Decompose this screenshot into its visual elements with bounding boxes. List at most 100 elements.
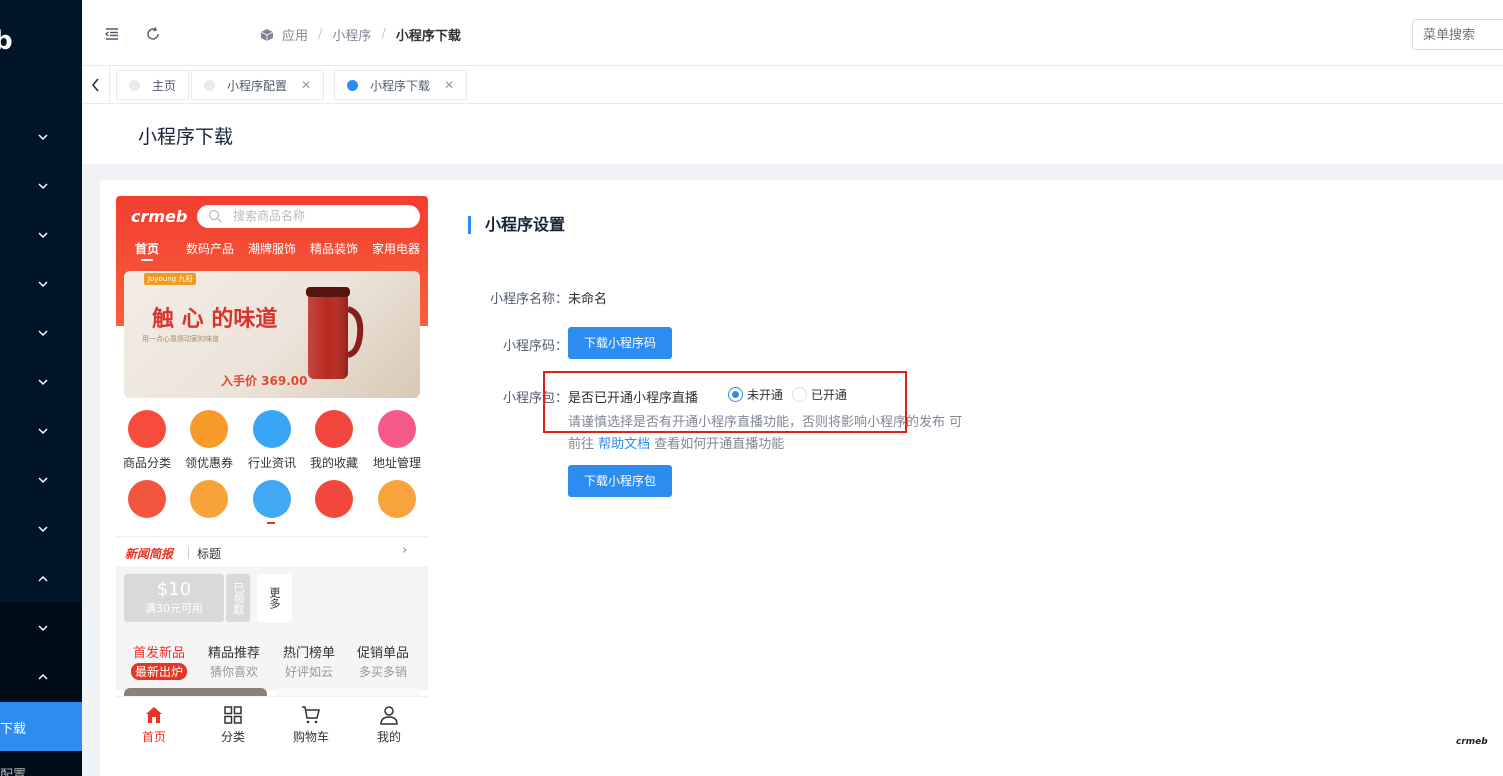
category-sub: 多买多销 — [358, 665, 407, 679]
highlight-box — [543, 371, 907, 433]
preview-tabbar: 首页 分类 购物车 我的 — [116, 696, 428, 756]
banner-sub: 用一点心意感动家的味道 — [142, 335, 219, 343]
content-card: crmeb 搜索商品名称 首页 数码产品 潮牌服饰 精品装饰 家用电器 Joyo… — [100, 180, 1503, 776]
sidebar-item-label: 下载 — [0, 722, 27, 737]
news-brand: 新闻简报 — [125, 547, 174, 561]
tab-home[interactable]: 主页 — [116, 70, 190, 100]
chevron-down-icon — [38, 330, 48, 337]
sidebar-menu-9[interactable] — [0, 505, 82, 554]
close-icon[interactable]: ✕ — [444, 78, 454, 92]
preview-icon-label: 商品分类 — [122, 456, 171, 470]
top-header: 应用 / 小程序 / 小程序下载 — [82, 0, 1503, 66]
close-icon[interactable]: ✕ — [301, 78, 311, 92]
section-title: 小程序设置 — [468, 216, 565, 234]
chevron-down-icon — [38, 526, 48, 533]
code-label: 小程序码： — [502, 339, 568, 354]
tabbar-item-cart: 购物车 — [281, 705, 341, 745]
coupon-status: 已领取 — [226, 574, 250, 622]
category-title: 首发新品 — [132, 646, 185, 661]
category-item: 热门榜单 好评如云 — [272, 642, 346, 680]
chevron-down-icon — [38, 477, 48, 484]
tabbar-label: 我的 — [376, 730, 401, 744]
preview-icon-item — [366, 480, 428, 518]
category-sub: 好评如云 — [284, 665, 333, 679]
search-icon — [208, 209, 222, 223]
banner-headline: 触 心 的味道 — [152, 307, 278, 332]
tabbar-label: 分类 — [220, 730, 245, 744]
sidebar-menu-1[interactable] — [0, 113, 82, 162]
preview-icon-item: 地址管理 — [366, 410, 428, 471]
logo: b — [0, 26, 13, 56]
sidebar-menu-10[interactable] — [0, 555, 82, 604]
page-title: 小程序下载 — [138, 126, 234, 148]
download-code-button[interactable]: 下载小程序码 — [568, 327, 673, 359]
preview-coupons: $10 满30元可用 已领取 更多 — [116, 566, 428, 628]
sidebar-menu-2[interactable] — [0, 162, 82, 211]
breadcrumb-separator: / — [381, 27, 386, 42]
help-doc-link[interactable]: 帮助文档 — [598, 437, 650, 452]
preview-nav-underline — [141, 259, 153, 261]
menu-search-input[interactable] — [1412, 19, 1503, 50]
preview-icon-label: 我的收藏 — [309, 456, 358, 470]
news-title: 标题 — [197, 547, 222, 561]
breadcrumb-item[interactable]: 小程序 — [332, 25, 371, 44]
gift-icon — [128, 480, 166, 518]
preview-icon-label: 地址管理 — [372, 456, 421, 470]
coupon-value: $10 — [156, 579, 192, 600]
grid-page-indicator — [267, 522, 275, 524]
watermark-logo: crmeb — [1456, 737, 1488, 747]
breadcrumb-current: 小程序下载 — [395, 29, 461, 44]
preview-category-row: 首发新品 最新出炉 精品推荐 猜你喜欢 热门榜单 好评如云 促销单品 多买多销 — [116, 628, 428, 690]
refresh-icon[interactable] — [145, 26, 161, 42]
address-icon — [378, 410, 416, 448]
coupon-card: $10 满30元可用 — [124, 574, 224, 622]
breadcrumb: 应用 / 小程序 / 小程序下载 — [260, 25, 461, 44]
category-icon — [128, 410, 166, 448]
category-item: 促销单品 多买多销 — [346, 642, 420, 680]
tabbar-item-home: 首页 — [124, 705, 184, 745]
sidebar-menu-3[interactable] — [0, 211, 82, 260]
sidebar-item-download[interactable]: 下载 — [0, 702, 82, 751]
sidebar-menu-11[interactable] — [0, 604, 82, 653]
sidebar-menu-12[interactable] — [0, 653, 82, 702]
sidebar-menu-6[interactable] — [0, 358, 82, 407]
tabbar-label: 首页 — [141, 730, 166, 744]
chevron-down-icon — [38, 428, 48, 435]
sidebar: b 下载 配置 — [0, 0, 82, 776]
banner-brand: Joyoung 九阳 — [144, 273, 197, 285]
preview-nav-item: 数码产品 — [186, 242, 235, 256]
tab-miniprogram-config[interactable]: 小程序配置 ✕ — [191, 70, 325, 100]
discount-icon — [190, 480, 228, 518]
tabbar-item-category: 分类 — [203, 705, 263, 745]
tabbar-item-mine: 我的 — [359, 705, 419, 745]
speaker-icon — [253, 480, 291, 518]
grid-icon — [224, 706, 242, 724]
coupon-desc: 满30元可用 — [145, 602, 203, 615]
breadcrumb-item[interactable]: 应用 — [282, 25, 308, 44]
category-sub: 猜你喜欢 — [209, 665, 258, 679]
tab-dot — [204, 79, 215, 91]
divider — [188, 547, 189, 559]
sidebar-menu-5[interactable] — [0, 309, 82, 358]
menu-fold-icon[interactable] — [104, 26, 120, 42]
category-sub: 最新出炉 — [130, 663, 187, 680]
home-icon — [146, 707, 162, 723]
tab-miniprogram-download[interactable]: 小程序下载 ✕ — [334, 70, 468, 100]
chevron-down-icon — [38, 232, 48, 239]
preview-icon-label: 行业资讯 — [247, 456, 296, 470]
download-package-button[interactable]: 下载小程序包 — [568, 465, 673, 497]
sidebar-menu-7[interactable] — [0, 407, 82, 456]
diamond-icon — [315, 480, 353, 518]
chevron-down-icon — [38, 281, 48, 288]
preview-icon-item — [178, 480, 240, 518]
category-title: 促销单品 — [356, 646, 409, 661]
preview-icon-item: 行业资讯 — [241, 410, 303, 471]
user-icon — [380, 706, 398, 725]
mobile-preview: crmeb 搜索商品名称 首页 数码产品 潮牌服饰 精品装饰 家用电器 Joyo… — [116, 196, 428, 756]
sidebar-item-config[interactable]: 配置 — [0, 764, 26, 776]
sidebar-menu-8[interactable] — [0, 456, 82, 505]
sidebar-menu-4[interactable] — [0, 260, 82, 309]
tabs-prev-button[interactable] — [82, 66, 110, 104]
preview-icon-label: 领优惠券 — [184, 456, 233, 470]
coupon-more: 更多 — [257, 574, 292, 622]
